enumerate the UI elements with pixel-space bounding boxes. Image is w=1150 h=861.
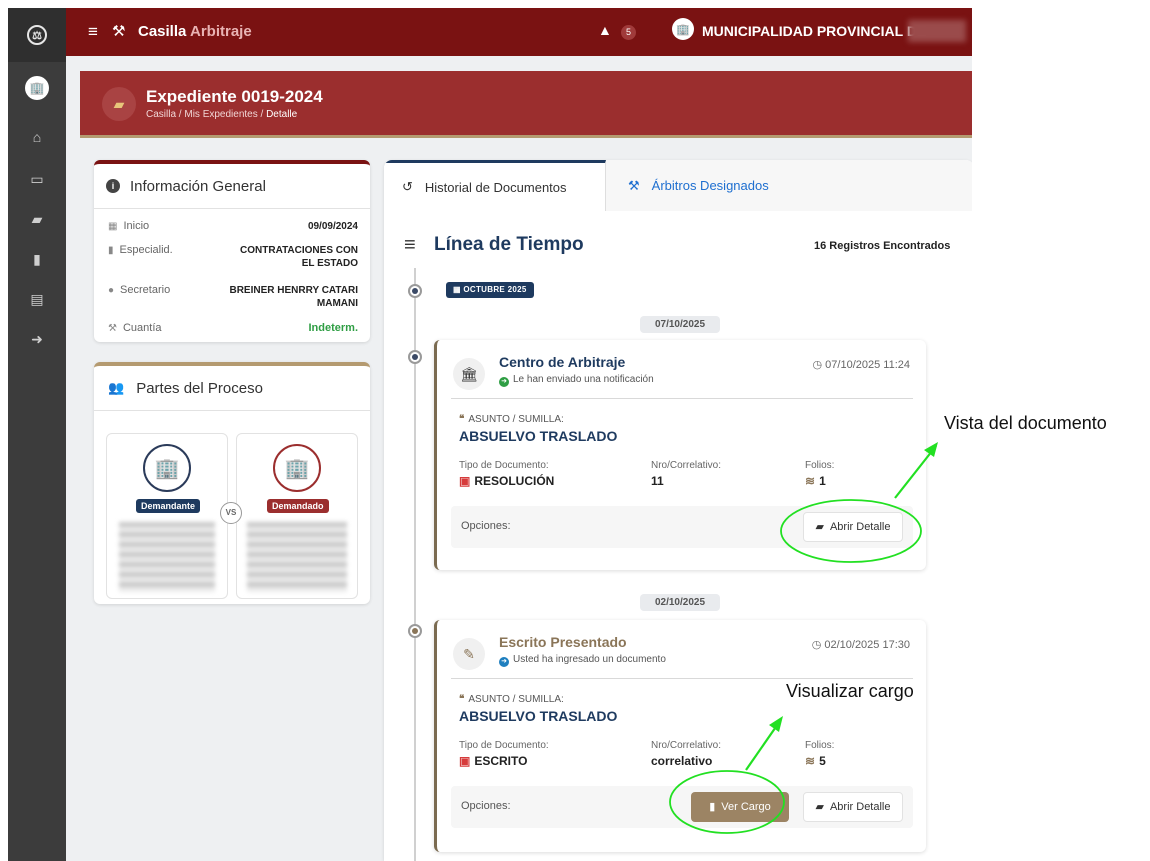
arrow-head (924, 442, 938, 457)
annotation-cargo: Visualizar cargo (786, 681, 914, 702)
arrow-head (769, 716, 783, 732)
highlight-ellipse (669, 770, 785, 834)
annotation-vista: Vista del documento (944, 413, 1107, 434)
highlight-ellipse (780, 499, 922, 563)
